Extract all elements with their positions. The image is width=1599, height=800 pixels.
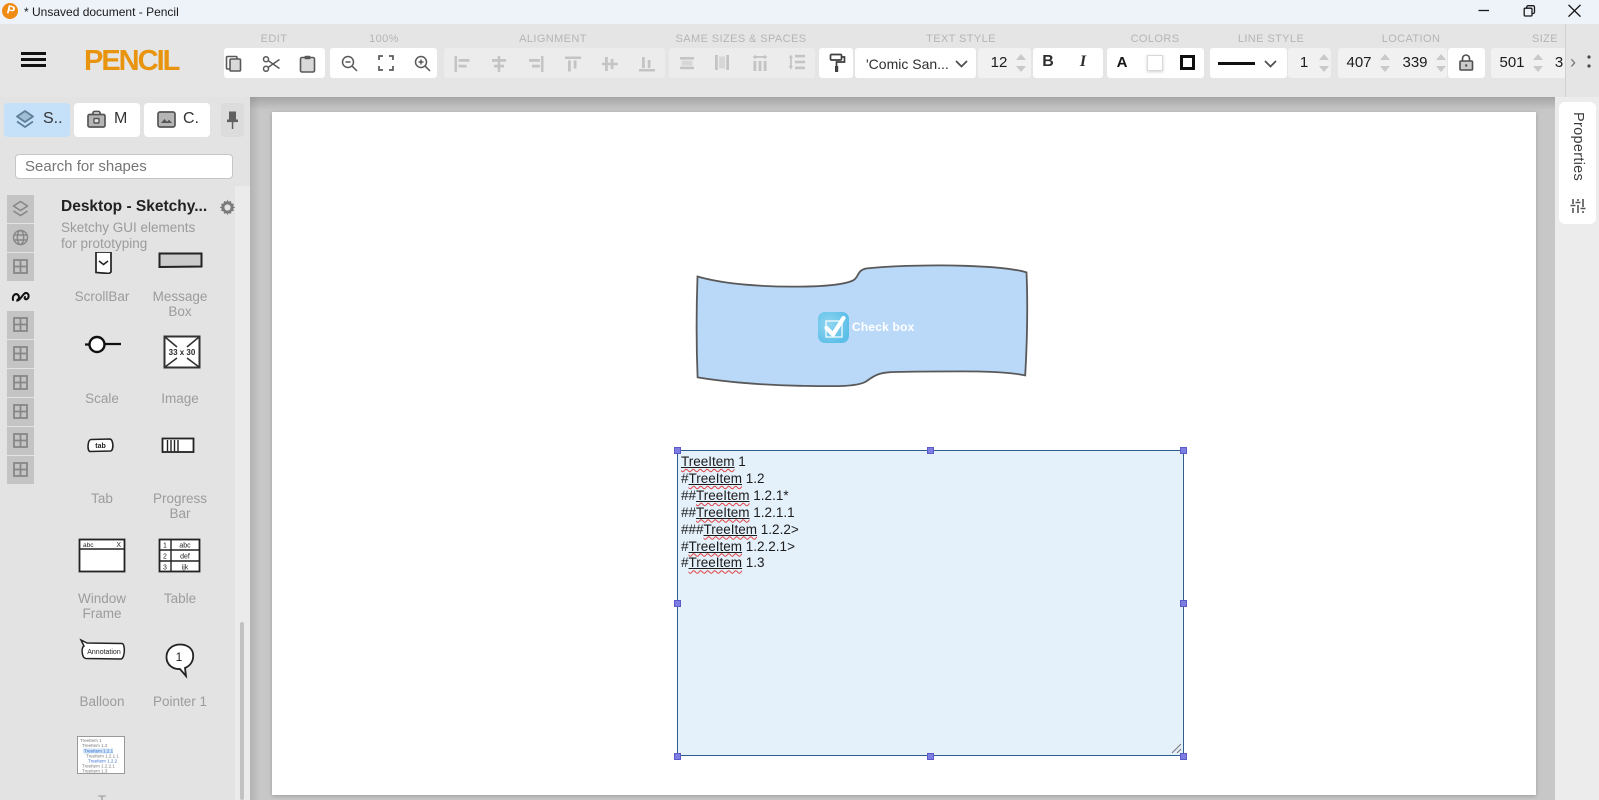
svg-text:X: X	[116, 542, 121, 549]
svg-text:1: 1	[163, 543, 167, 550]
svg-text:33 x 30: 33 x 30	[169, 348, 196, 357]
svg-text:3: 3	[163, 565, 167, 572]
svg-text:TreeItem 1.2: TreeItem 1.2	[82, 743, 108, 748]
svg-text:2: 2	[163, 554, 167, 561]
svg-text:abc: abc	[83, 542, 94, 549]
svg-text:abc: abc	[179, 543, 191, 550]
svg-text:tab: tab	[95, 443, 106, 450]
svg-text:TreeItem 1.3: TreeItem 1.3	[82, 769, 108, 774]
svg-text:ijk: ijk	[182, 565, 189, 572]
svg-text:def: def	[180, 554, 190, 561]
svg-text:Annotation: Annotation	[87, 649, 121, 656]
svg-text:1: 1	[176, 650, 183, 664]
